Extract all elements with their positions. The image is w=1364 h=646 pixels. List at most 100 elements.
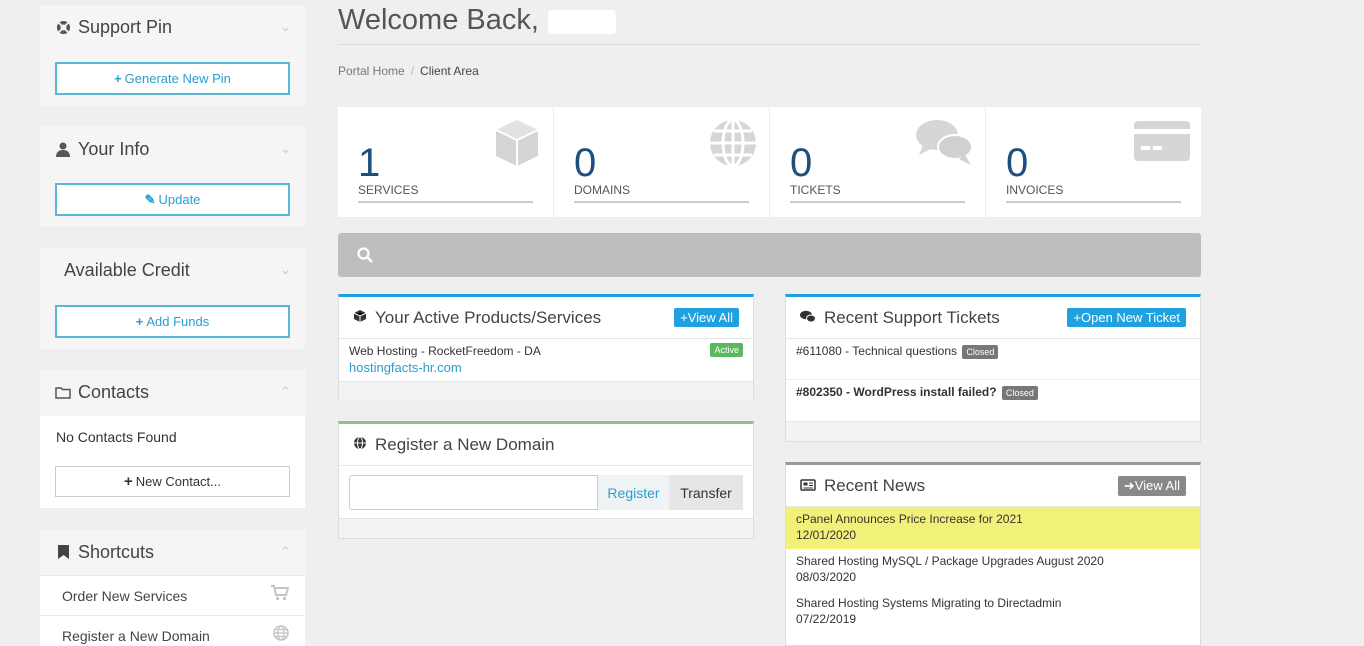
stat-domains[interactable]: 0 DOMAINS (554, 107, 769, 217)
tickets-header: Recent Support Tickets +Open New Ticket (786, 297, 1200, 339)
contacts-title: Contacts (78, 381, 150, 402)
add-funds-button[interactable]: + Add Funds (55, 305, 290, 338)
shortcuts-header[interactable]: Shortcuts ⌃ (40, 530, 305, 574)
globe-icon (273, 625, 289, 646)
credit-title: Available Credit (64, 259, 190, 280)
new-contact-button[interactable]: + New Contact... (55, 466, 290, 497)
chevron-down-icon[interactable]: ⌄ (280, 141, 291, 157)
add-funds-label: Add Funds (146, 314, 210, 329)
support-tickets-card: Recent Support Tickets +Open New Ticket … (785, 294, 1201, 442)
credit-header[interactable]: Available Credit ⌄ (40, 248, 305, 292)
shortcut-register-domain[interactable]: Register a New Domain (40, 615, 305, 646)
news-item-title: Shared Hosting Systems Migrating to Dire… (796, 596, 1062, 610)
news-item[interactable]: Shared Hosting MySQL / Package Upgrades … (786, 549, 1200, 591)
page-title: Welcome Back, (338, 4, 539, 36)
no-contacts-text: No Contacts Found (56, 429, 177, 445)
view-all-label: View All (1134, 478, 1180, 493)
plus-icon: + (123, 473, 133, 490)
news-item-date: 12/01/2020 (796, 528, 857, 542)
contacts-panel: Contacts ⌃ No Contacts Found + New Conta… (40, 370, 305, 508)
life-ring-icon (54, 20, 72, 35)
your-info-title: Your Info (78, 138, 150, 159)
stat-value: 0 (1006, 141, 1029, 185)
product-domain[interactable]: hostingfacts-hr.com (349, 360, 743, 375)
stat-services[interactable]: 1 SERVICES (338, 107, 553, 217)
status-badge: Active (710, 343, 743, 357)
cube-icon (491, 117, 543, 174)
status-badge: Closed (962, 344, 999, 359)
update-button[interactable]: ✎ Update (55, 183, 290, 216)
products-header: Your Active Products/Services +View All (339, 297, 753, 339)
news-item[interactable]: cPanel Announces Price Increase for 2021… (786, 507, 1200, 549)
stat-underline (574, 201, 749, 203)
register-button[interactable]: Register (598, 475, 669, 510)
pencil-icon: ✎ (144, 191, 156, 207)
new-contact-label: New Contact... (135, 474, 222, 489)
cube-icon (353, 309, 367, 326)
chevron-up-icon[interactable]: ⌃ (280, 384, 291, 400)
view-all-label: View All (687, 310, 733, 325)
support-pin-header[interactable]: Support Pin ⌄ (40, 5, 305, 49)
shortcut-order-new-services[interactable]: Order New Services (40, 575, 305, 615)
open-new-ticket-button[interactable]: +Open New Ticket (1067, 308, 1186, 327)
card-footer (339, 381, 753, 401)
credit-card-icon (1133, 117, 1191, 168)
stat-invoices[interactable]: 0 INVOICES (986, 107, 1201, 217)
support-pin-panel: Support Pin ⌄ + Generate New Pin (40, 5, 305, 105)
card-footer (339, 518, 753, 538)
user-icon (54, 142, 72, 157)
register-domain-card: Register a New Domain Register Transfer (338, 421, 754, 539)
chevron-down-icon[interactable]: ⌄ (280, 19, 291, 35)
available-credit-panel: Available Credit ⌄ + Add Funds (40, 248, 305, 349)
register-domain-title: Register a New Domain (375, 434, 555, 454)
support-pin-title: Support Pin (78, 16, 173, 37)
bookmark-icon (54, 545, 72, 559)
update-label: Update (158, 192, 201, 207)
news-header: Recent News ➜View All (786, 465, 1200, 507)
view-all-products-button[interactable]: +View All (674, 308, 739, 327)
active-products-card: Your Active Products/Services +View All … (338, 294, 754, 401)
stat-underline (358, 201, 533, 203)
ticket-item[interactable]: #611080 - Technical questions Closed (786, 339, 1200, 380)
news-item-date: 07/22/2019 (796, 612, 857, 626)
stat-value: 1 (358, 141, 381, 185)
product-item[interactable]: Web Hosting - RocketFreedom - DA hosting… (339, 339, 753, 381)
stat-underline (1006, 201, 1181, 203)
news-item[interactable]: Shared Hosting Systems Migrating to Dire… (786, 591, 1200, 633)
domain-input[interactable] (349, 475, 598, 510)
generate-pin-button[interactable]: + Generate New Pin (55, 62, 290, 95)
search-icon (357, 247, 373, 268)
shortcuts-panel: Shortcuts ⌃ Order New Services Register … (40, 530, 305, 646)
tickets-title: Recent Support Tickets (824, 307, 1000, 327)
ticket-item[interactable]: #802350 - WordPress install failed? Clos… (786, 380, 1200, 421)
stat-value: 0 (790, 141, 813, 185)
products-title: Your Active Products/Services (375, 307, 602, 327)
search-bar[interactable] (338, 233, 1201, 277)
redacted-username (548, 10, 616, 34)
shortcut-label: Register a New Domain (62, 627, 210, 644)
news-item-date: 08/03/2020 (796, 570, 857, 584)
domain-search-row: Register Transfer (349, 475, 743, 510)
view-all-news-button[interactable]: ➜View All (1117, 476, 1186, 496)
globe-icon (353, 436, 367, 453)
title-divider (338, 44, 1201, 45)
ticket-label: #611080 - Technical questions (796, 344, 958, 358)
stat-tickets[interactable]: 0 TICKETS (770, 107, 985, 217)
chevron-up-icon[interactable]: ⌃ (280, 544, 291, 560)
breadcrumb-separator: / (410, 64, 415, 78)
open-ticket-label: Open New Ticket (1081, 310, 1180, 325)
stat-label: TICKETS (790, 183, 841, 197)
stats-row: 1 SERVICES 0 DOMAINS 0 TICKETS 0 INVOICE… (338, 107, 1201, 217)
plus-icon: + (114, 71, 122, 86)
breadcrumb-home[interactable]: Portal Home (338, 64, 405, 78)
transfer-button[interactable]: Transfer (669, 475, 743, 510)
breadcrumb-current: Client Area (420, 64, 479, 78)
contacts-header[interactable]: Contacts ⌃ (40, 370, 305, 414)
stat-label: DOMAINS (574, 183, 631, 197)
your-info-panel: Your Info ⌄ ✎ Update (40, 127, 305, 227)
recent-news-card: Recent News ➜View All cPanel Announces P… (785, 462, 1201, 646)
breadcrumb: Portal Home / Client Area (338, 64, 479, 78)
your-info-header[interactable]: Your Info ⌄ (40, 127, 305, 171)
plus-icon: + (135, 314, 144, 329)
chevron-down-icon[interactable]: ⌄ (280, 262, 291, 278)
